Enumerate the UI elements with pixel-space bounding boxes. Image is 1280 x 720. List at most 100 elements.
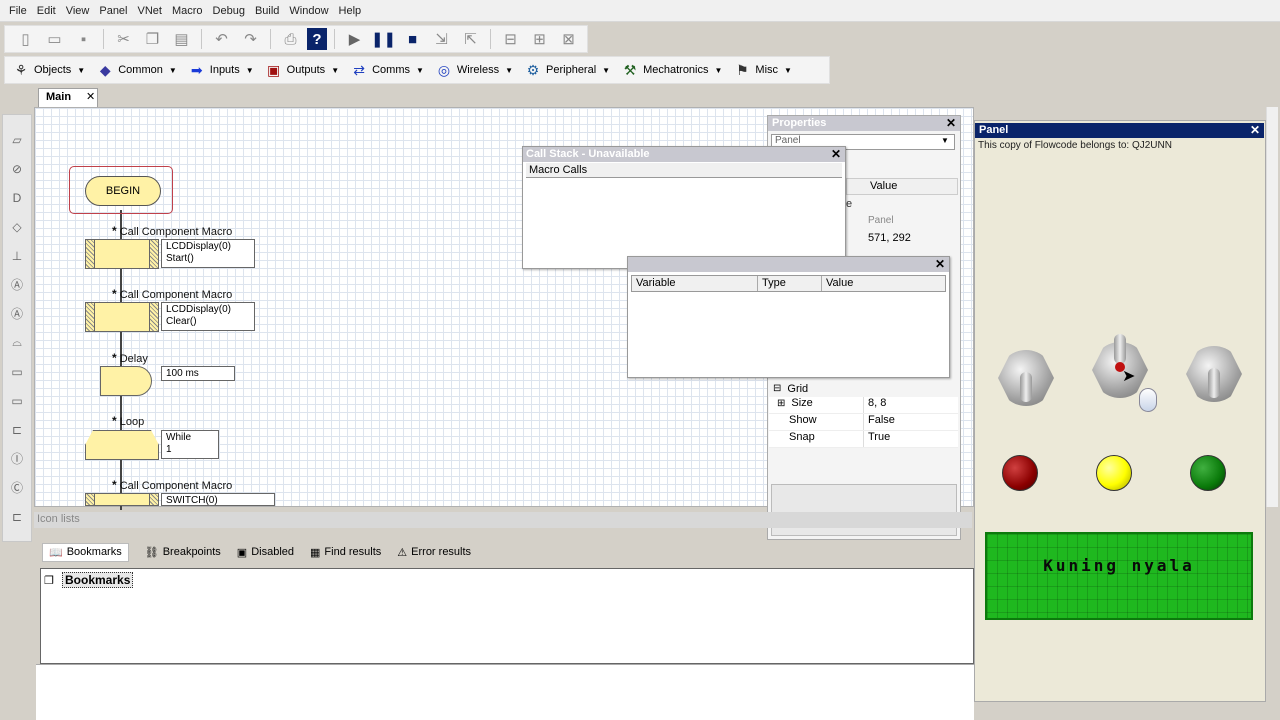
col-variable[interactable]: Variable [632,276,758,291]
run-icon[interactable]: ▶ [342,28,367,50]
tab-find-results[interactable]: ▦ Find results [310,546,381,559]
star-icon: * [112,224,117,238]
interrupt-icon[interactable]: Ⓘ [6,444,28,473]
print-icon[interactable]: ⎙ [278,28,303,50]
save-icon[interactable]: ▪ [71,28,96,50]
new-icon[interactable]: ▯ [13,28,38,50]
menu-window[interactable]: Window [284,5,333,17]
tab-bookmarks[interactable]: 📖 Bookmarks [42,542,129,562]
tab-disabled[interactable]: ▣ Disabled [237,546,294,559]
col-value[interactable]: Value [822,276,945,291]
close-icon[interactable]: ✕ [1250,123,1260,137]
cut-icon[interactable]: ✂ [111,28,136,50]
help-icon[interactable]: ? [307,28,327,50]
collapse-icon[interactable]: ⊟ [773,383,781,394]
call2-box[interactable] [85,302,159,332]
category-objects[interactable]: ⚘ Objects ▼ [11,60,86,80]
tab-error-results[interactable]: ⚠ Error results [397,546,471,559]
connection-point-icon[interactable]: ▭ [6,357,28,386]
menu-macro[interactable]: Macro [167,5,208,17]
toolbar-separator [334,29,335,49]
category-peripheral[interactable]: ⚙ Peripheral ▼ [523,60,610,80]
code-icon[interactable]: Ⓒ [6,473,28,502]
chevron-down-icon: ▼ [168,65,177,75]
menu-help[interactable]: Help [334,5,367,17]
category-misc[interactable]: ⚑ Misc ▼ [732,60,792,80]
disabled-icon: ▣ [236,546,248,559]
menu-panel[interactable]: Panel [94,5,132,17]
tool-a-icon[interactable]: ⊟ [498,28,523,50]
grid-show-value[interactable]: False [864,414,895,430]
category-comms[interactable]: ⇄ Comms ▼ [349,60,424,80]
main-toolbar: ▯ ▭ ▪ ✂ ❐ ▤ ↶ ↷ ⎙ ? ▶ ❚❚ ■ ⇲ ⇱ ⊟ ⊞ ⊠ [4,25,588,53]
calculation-icon[interactable]: Ⓐ [6,270,28,299]
tool-b-icon[interactable]: ⊞ [527,28,552,50]
close-icon[interactable]: ✕ [946,116,956,130]
begin-terminal[interactable]: BEGIN [85,176,161,206]
menu-bar: File Edit View Panel VNet Macro Debug Bu… [0,0,1280,22]
col-type[interactable]: Type [758,276,822,291]
category-common[interactable]: ◆ Common ▼ [95,60,177,80]
call-macro-icon[interactable]: Ⓐ [6,299,28,328]
bottom-strip [36,664,974,720]
toolbar-separator [270,29,271,49]
tab-breakpoints[interactable]: ⛓ Breakpoints [145,546,221,559]
expand-icon[interactable]: ⊞ [777,398,785,409]
paste-icon[interactable]: ▤ [169,28,194,50]
menu-debug[interactable]: Debug [208,5,250,17]
grid-snap-value[interactable]: True [864,431,890,447]
menu-vnet[interactable]: VNet [133,5,167,17]
open-icon[interactable]: ▭ [42,28,67,50]
star-icon: * [112,287,117,301]
call1-box[interactable] [85,239,159,269]
vertical-scrollbar[interactable] [1266,107,1278,507]
category-inputs[interactable]: ➡ Inputs ▼ [187,60,254,80]
decision-icon[interactable]: ◇ [6,212,28,241]
grid-snap-row[interactable]: Snap True [769,431,958,448]
undo-icon[interactable]: ↶ [209,28,234,50]
tool-c-icon[interactable]: ⊠ [556,28,581,50]
component-macro-icon[interactable]: ▭ [6,386,28,415]
comment-icon[interactable]: ⊏ [6,502,28,531]
copy-icon[interactable]: ❐ [140,28,165,50]
misc-icon: ⚑ [736,61,749,78]
switch-icon[interactable]: ⊥ [6,241,28,270]
close-tab-icon[interactable]: ✕ [86,90,95,103]
bookmarks-tree-item[interactable]: Bookmarks [62,572,134,588]
grid-show-row[interactable]: Show False [769,414,958,431]
close-icon[interactable]: ✕ [935,257,945,271]
loop-box[interactable] [85,430,159,460]
category-label: Comms [372,64,410,76]
call1-line2: Start() [166,253,194,264]
call-stripe-right [149,494,158,505]
pause-icon[interactable]: ❚❚ [371,28,396,50]
input-icon[interactable]: ▱ [6,125,28,154]
output-icon[interactable]: ⊘ [6,154,28,183]
category-mechatronics[interactable]: ⚒ Mechatronics ▼ [620,60,723,80]
category-wireless[interactable]: ◎ Wireless ▼ [434,60,513,80]
toggle-lever-1 [1020,372,1032,402]
step-into-icon[interactable]: ⇲ [429,28,454,50]
chevron-down-icon[interactable]: ▼ [941,136,949,145]
delay-box[interactable] [100,366,152,396]
step-over-icon[interactable]: ⇱ [458,28,483,50]
loop-icon[interactable]: ⌓ [6,328,28,357]
call1-title: Call Component Macro [119,226,233,238]
toolbar-separator [201,29,202,49]
menu-view[interactable]: View [61,5,95,17]
macro-icon[interactable]: ⊏ [6,415,28,444]
call3-box[interactable] [85,493,159,506]
category-outputs[interactable]: ▣ Outputs ▼ [264,60,339,80]
grid-group-row[interactable]: ⊟ Grid [769,380,958,397]
close-icon[interactable]: ✕ [831,147,841,161]
menu-file[interactable]: File [4,5,32,17]
menu-build[interactable]: Build [250,5,284,17]
redo-icon[interactable]: ↷ [238,28,263,50]
menu-edit[interactable]: Edit [32,5,61,17]
call-stripe-left [86,240,95,268]
grid-size-row[interactable]: ⊞ Size 8, 8 [769,397,958,414]
variables-title: ✕ [628,257,949,272]
delay-icon[interactable]: D [6,183,28,212]
chevron-down-icon: ▼ [784,65,792,75]
stop-icon[interactable]: ■ [400,28,425,50]
